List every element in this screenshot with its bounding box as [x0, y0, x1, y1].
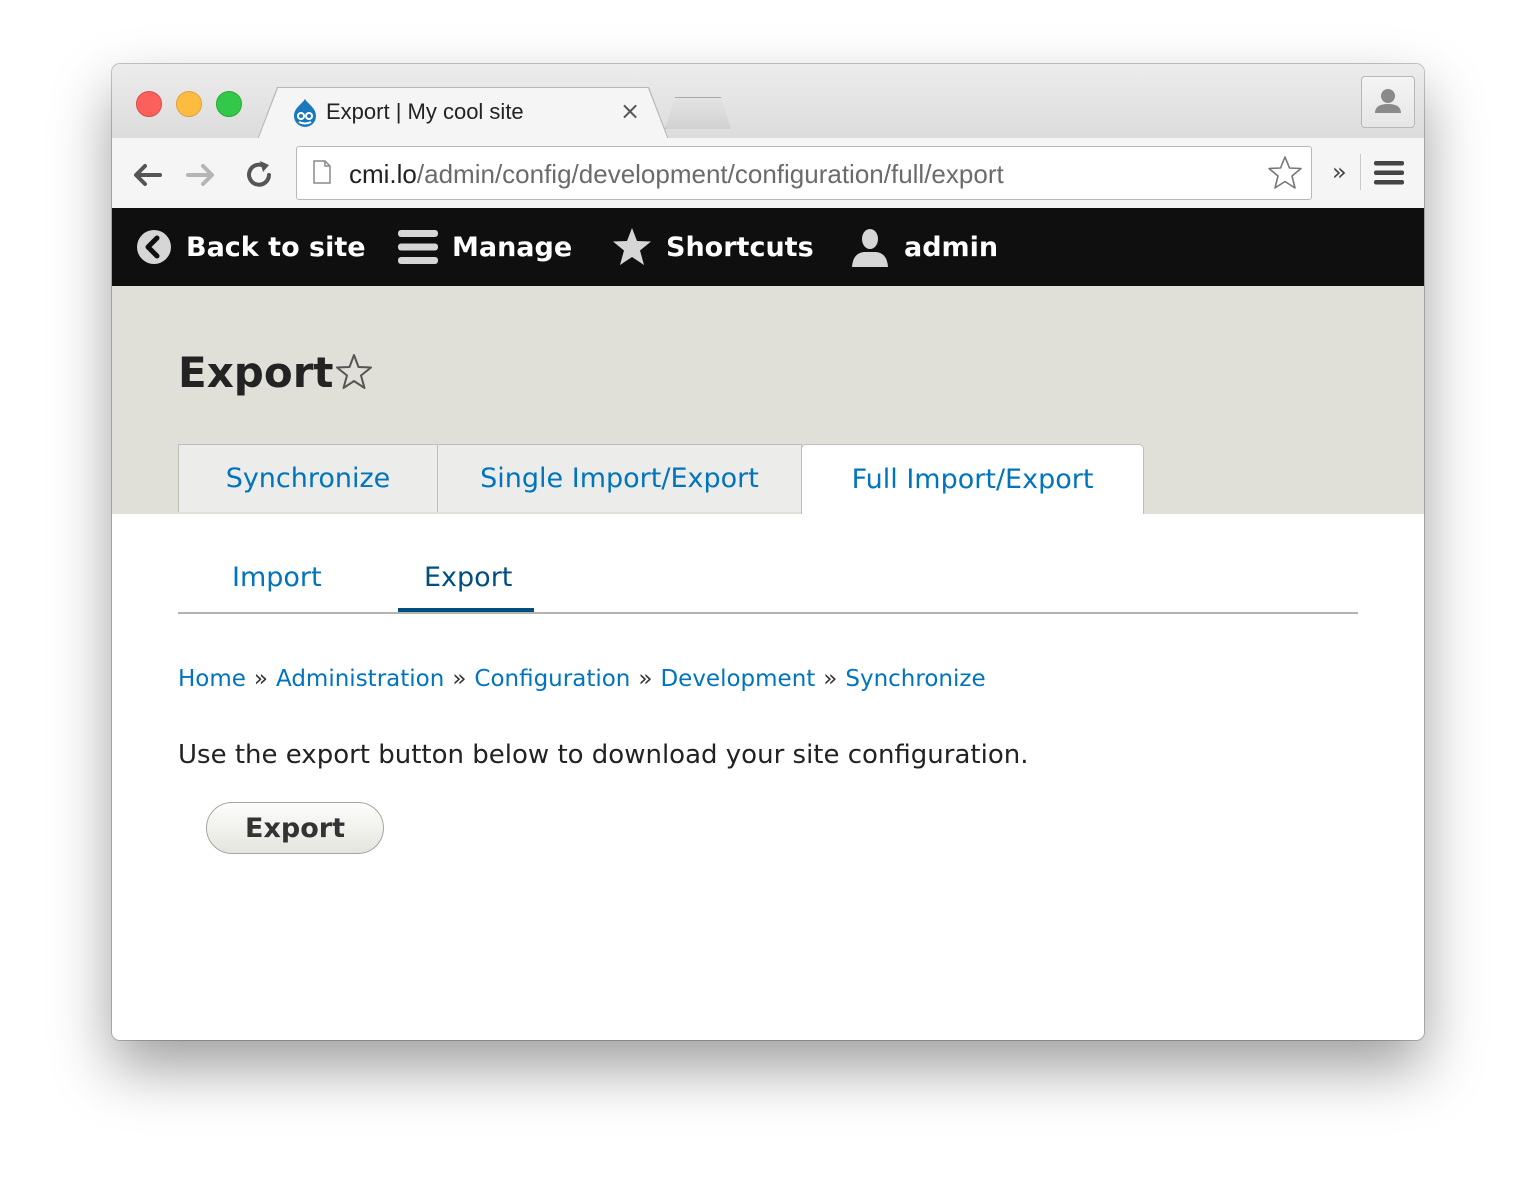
extensions-overflow-button[interactable]: » — [1332, 158, 1347, 186]
toolbar-divider — [1360, 154, 1361, 190]
admin-toolbar: Back to site Manage Shortcuts admin — [112, 208, 1424, 286]
user-label: admin — [904, 231, 999, 263]
breadcrumb-separator: » — [823, 666, 838, 692]
export-description: Use the export button below to download … — [178, 740, 1029, 770]
tab-full-import-export[interactable]: Full Import/Export — [801, 444, 1144, 514]
shortcuts-label: Shortcuts — [666, 231, 814, 263]
tab-single-import-export[interactable]: Single Import/Export — [437, 444, 802, 512]
address-bar[interactable]: cmi.lo/admin/config/development/configur… — [296, 146, 1312, 200]
page-header: Export Synchronize Single Import/Export … — [112, 286, 1424, 515]
url-text: cmi.lo/admin/config/development/configur… — [349, 159, 1004, 190]
subtab-import[interactable]: Import — [232, 562, 322, 593]
breadcrumb-separator: » — [253, 666, 268, 692]
back-to-site-label: Back to site — [186, 231, 366, 263]
main-content: Import Export Home » Administration » Config… — [112, 514, 1424, 1040]
title-bar: Export | My cool site × — [112, 64, 1424, 140]
url-path: /admin/config/development/configuration/… — [416, 159, 1004, 189]
breadcrumb-separator: » — [452, 666, 467, 692]
subtab-export[interactable]: Export — [424, 562, 512, 593]
breadcrumb-configuration[interactable]: Configuration — [474, 666, 630, 692]
tab-synchronize-label: Synchronize — [225, 463, 391, 494]
user-menu[interactable]: admin — [850, 208, 998, 286]
tab-single-import-export-label: Single Import/Export — [480, 463, 759, 494]
breadcrumb-home[interactable]: Home — [178, 666, 246, 692]
tab-close-icon[interactable]: × — [620, 97, 640, 125]
url-host: cmi.lo — [349, 159, 417, 189]
shortcuts-menu[interactable]: Shortcuts — [612, 208, 814, 286]
browser-window: Export | My cool site × cmi.lo/admin/con… — [112, 64, 1424, 1040]
back-arrow-icon[interactable] — [130, 158, 164, 192]
tab-full-import-export-label: Full Import/Export — [851, 464, 1094, 495]
hamburger-icon — [398, 230, 438, 264]
breadcrumb-separator: » — [638, 666, 653, 692]
page-title: Export — [178, 348, 334, 397]
zoom-window-button[interactable] — [216, 91, 242, 117]
user-icon — [1375, 89, 1401, 113]
profile-button[interactable] — [1361, 76, 1415, 128]
add-shortcut-star-icon[interactable] — [334, 352, 374, 392]
user-icon — [852, 229, 888, 267]
browser-toolbar: cmi.lo/admin/config/development/configur… — [112, 138, 1424, 209]
export-button[interactable]: Export — [206, 802, 384, 854]
secondary-tabs: Import Export — [178, 514, 1358, 614]
browser-tab-title: Export | My cool site — [326, 99, 524, 124]
new-tab-button[interactable] — [665, 97, 731, 129]
reload-icon[interactable] — [242, 158, 276, 192]
breadcrumb-synchronize[interactable]: Synchronize — [845, 666, 985, 692]
manage-menu[interactable]: Manage — [398, 208, 572, 286]
back-to-site-link[interactable]: Back to site — [136, 208, 366, 286]
manage-label: Manage — [452, 231, 573, 263]
chrome-menu-icon[interactable] — [1374, 160, 1404, 186]
breadcrumb-development[interactable]: Development — [660, 666, 815, 692]
page-icon — [313, 160, 331, 184]
drupal-drop-icon — [294, 99, 316, 127]
active-subtab-indicator — [398, 608, 534, 612]
forward-arrow-icon[interactable] — [184, 158, 218, 192]
close-window-button[interactable] — [136, 91, 162, 117]
breadcrumb: Home » Administration » Configuration » Develo… — [178, 666, 986, 692]
back-circle-icon — [137, 230, 171, 264]
breadcrumb-administration[interactable]: Administration — [276, 666, 444, 692]
star-icon — [613, 228, 651, 265]
bookmark-star-icon[interactable] — [1267, 155, 1303, 191]
tab-synchronize[interactable]: Synchronize — [178, 444, 438, 512]
minimize-window-button[interactable] — [176, 91, 202, 117]
